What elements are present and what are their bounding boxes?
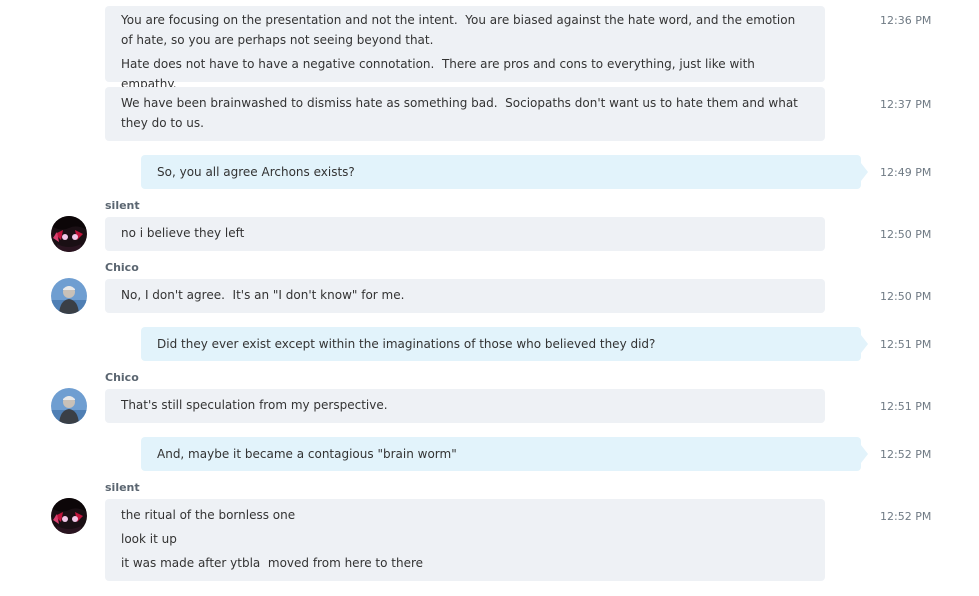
- message-text: look it up: [121, 532, 177, 546]
- avatar-image: [51, 388, 87, 424]
- message-bubble[interactable]: That's still speculation from my perspec…: [105, 389, 825, 423]
- message-text: No, I don't agree. It's an "I don't know…: [121, 288, 405, 302]
- avatar-silent[interactable]: [51, 498, 87, 534]
- message-bubble-outgoing[interactable]: So, you all agree Archons exists?: [141, 155, 868, 189]
- message-text: So, you all agree Archons exists?: [157, 165, 355, 179]
- avatar-silent[interactable]: [51, 216, 87, 252]
- message-timestamp: 12:50 PM: [880, 228, 932, 241]
- message-bubble-outgoing[interactable]: Did they ever exist except within the im…: [141, 327, 868, 361]
- message-timestamp: 12:50 PM: [880, 290, 932, 303]
- message-timestamp: 12:36 PM: [880, 14, 932, 27]
- message-timestamp: 12:37 PM: [880, 98, 932, 111]
- sender-name[interactable]: silent: [105, 199, 140, 213]
- message-bubble[interactable]: the ritual of the bornless one look it u…: [105, 499, 825, 581]
- sender-name[interactable]: Chico: [105, 371, 139, 385]
- message-timestamp: 12:49 PM: [880, 166, 932, 179]
- message-text: the ritual of the bornless one: [121, 508, 296, 522]
- message-text: they do to us.: [121, 116, 204, 130]
- message-text: We have been brainwashed to dismiss hate…: [121, 96, 798, 110]
- message-bubble-outgoing[interactable]: And, maybe it became a contagious "brain…: [141, 437, 868, 471]
- chat-transcript: You are focusing on the presentation and…: [0, 0, 979, 596]
- message-timestamp: 12:52 PM: [880, 510, 932, 523]
- message-text: Did they ever exist except within the im…: [157, 337, 656, 351]
- sender-name[interactable]: Chico: [105, 261, 139, 275]
- message-bubble[interactable]: no i believe they left: [105, 217, 825, 251]
- avatar-chico[interactable]: [51, 278, 87, 314]
- message-bubble[interactable]: We have been brainwashed to dismiss hate…: [105, 87, 825, 141]
- message-bubble[interactable]: No, I don't agree. It's an "I don't know…: [105, 279, 825, 313]
- avatar-image: [51, 216, 87, 252]
- message-text: no i believe they left: [121, 226, 245, 240]
- avatar-image: [51, 278, 87, 314]
- message-text: it was made after ytbla moved from here …: [121, 556, 424, 570]
- message-timestamp: 12:51 PM: [880, 400, 932, 413]
- message-text: of hate, so you are perhaps not seeing b…: [121, 33, 434, 47]
- message-text: That's still speculation from my perspec…: [121, 398, 388, 412]
- message-text: You are focusing on the presentation and…: [121, 13, 796, 27]
- sender-name[interactable]: silent: [105, 481, 140, 495]
- avatar-image: [51, 498, 87, 534]
- message-timestamp: 12:52 PM: [880, 448, 932, 461]
- avatar-chico[interactable]: [51, 388, 87, 424]
- message-timestamp: 12:51 PM: [880, 338, 932, 351]
- message-text: And, maybe it became a contagious "brain…: [157, 447, 457, 461]
- message-bubble[interactable]: You are focusing on the presentation and…: [105, 6, 825, 91]
